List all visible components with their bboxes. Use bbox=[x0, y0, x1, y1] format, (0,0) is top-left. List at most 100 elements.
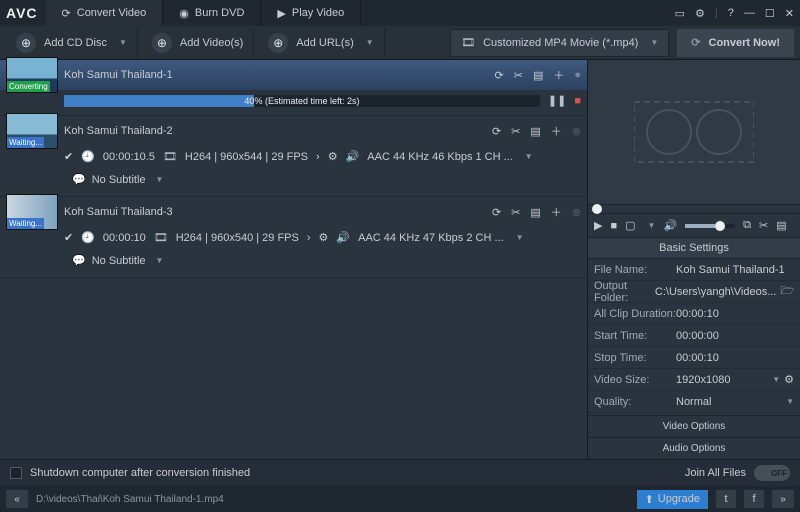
output-folder-value[interactable]: C:\Users\yangh\Videos... 🗁 bbox=[655, 282, 794, 301]
seek-bar[interactable] bbox=[588, 204, 800, 214]
film-icon: 🎞 bbox=[154, 231, 168, 244]
edit-icon[interactable]: ▤ bbox=[533, 69, 543, 82]
add-icon[interactable]: ＋ bbox=[553, 67, 564, 83]
label: Output Folder: bbox=[594, 280, 655, 304]
chevron-down-icon: ▼ bbox=[366, 38, 374, 47]
thumbnail: Converting bbox=[6, 57, 58, 93]
divider: | bbox=[715, 7, 718, 19]
status-badge: Converting bbox=[7, 81, 50, 92]
convert-now-button[interactable]: ⟳ Convert Now! bbox=[677, 29, 794, 57]
refresh-icon[interactable]: ⟳ bbox=[492, 125, 501, 138]
tab-burn-dvd[interactable]: ◉ Burn DVD bbox=[163, 0, 261, 26]
folder-icon[interactable]: 🗁 bbox=[780, 282, 794, 301]
subtitle-dropdown[interactable]: 💬 No Subtitle ▼ bbox=[64, 252, 171, 269]
label: Video Size: bbox=[594, 374, 676, 386]
add-icon[interactable]: ＋ bbox=[551, 123, 562, 139]
twitter-icon[interactable]: t bbox=[716, 490, 736, 508]
refresh-icon[interactable]: ⟳ bbox=[495, 69, 504, 82]
check-icon[interactable]: ✔ bbox=[64, 150, 73, 163]
remove-icon[interactable]: ⊗ bbox=[572, 125, 581, 138]
link-icon[interactable]: ⧉ bbox=[743, 219, 751, 232]
list-item[interactable]: Waiting... Koh Samui Thailand-2 ⟳ ✂ ▤ ＋ … bbox=[0, 116, 587, 197]
subtitle-dropdown[interactable]: 💬 No Subtitle ▼ bbox=[64, 171, 171, 188]
add-icon[interactable]: ＋ bbox=[551, 204, 562, 220]
join-files-label: Join All Files bbox=[685, 467, 746, 479]
list-item[interactable]: Converting Koh Samui Thailand-1 ⟳ ✂ ▤ ＋ … bbox=[0, 60, 587, 116]
check-icon[interactable]: ✔ bbox=[64, 231, 73, 244]
video-options-button[interactable]: Video Options bbox=[588, 415, 800, 437]
next-button[interactable]: » bbox=[772, 490, 794, 508]
audio-codec: AAC 44 KHz 47 Kbps 2 CH ... bbox=[358, 232, 504, 244]
stop-time-value[interactable]: 00:00:10 bbox=[676, 352, 794, 364]
button-label: Convert Now! bbox=[709, 37, 781, 49]
edit-icon[interactable]: ▤ bbox=[530, 206, 540, 219]
chevron-down-icon[interactable]: ▼ bbox=[525, 152, 533, 161]
quality-dropdown[interactable]: Normal▼ bbox=[676, 396, 794, 408]
folder-path: C:\Users\yangh\Videos... bbox=[655, 286, 776, 298]
prev-button[interactable]: « bbox=[6, 490, 28, 508]
shutdown-checkbox[interactable] bbox=[10, 467, 22, 479]
edit-icon[interactable]: ▤ bbox=[530, 125, 540, 138]
add-videos-button[interactable]: ⊕ Add Video(s) bbox=[142, 28, 254, 58]
volume-icon[interactable]: 🔊 bbox=[663, 219, 677, 232]
cut-icon[interactable]: ✂ bbox=[511, 206, 520, 219]
stop-icon[interactable]: ■ bbox=[574, 95, 581, 107]
duration-value: 00:00:10.5 bbox=[103, 151, 155, 163]
file-name-value[interactable]: Koh Samui Thailand-1 bbox=[676, 264, 794, 276]
chevron-down-icon: ▼ bbox=[156, 175, 164, 184]
speaker-icon: 🔊 bbox=[346, 150, 360, 163]
cut-icon[interactable]: ✂ bbox=[511, 125, 520, 138]
expand-icon[interactable]: › bbox=[307, 232, 311, 244]
snapshot-icon[interactable]: ▢ bbox=[625, 219, 635, 232]
audio-options-button[interactable]: Audio Options bbox=[588, 437, 800, 459]
subtitle-icon: 💬 bbox=[72, 173, 86, 186]
size-value: 1920x1080 bbox=[676, 374, 730, 386]
cut-icon[interactable]: ✂ bbox=[514, 69, 523, 82]
tab-play-video[interactable]: ▶ Play Video bbox=[261, 0, 361, 26]
label: Stop Time: bbox=[594, 352, 676, 364]
output-profile-dropdown[interactable]: 🎞 Customized MP4 Movie (*.mp4) ▼ bbox=[450, 29, 669, 57]
play-icon[interactable]: ▶ bbox=[594, 219, 602, 232]
help-icon[interactable]: ? bbox=[728, 7, 734, 19]
join-files-toggle[interactable]: OFF bbox=[754, 465, 790, 481]
start-time-value[interactable]: 00:00:00 bbox=[676, 330, 794, 342]
minimize-icon[interactable]: — bbox=[744, 7, 755, 19]
settings-icon[interactable]: ⚙ bbox=[695, 7, 705, 20]
add-cd-disc-button[interactable]: ⊕ Add CD Disc ▼ bbox=[6, 28, 138, 58]
window-icon[interactable]: ▭ bbox=[675, 7, 685, 20]
button-label: Add URL(s) bbox=[296, 37, 353, 49]
add-urls-button[interactable]: ⊕ Add URL(s) ▼ bbox=[258, 28, 384, 58]
progress-bar: 40% (Estimated time left: 2s) bbox=[64, 95, 540, 107]
file-title: Koh Samui Thailand-1 bbox=[64, 69, 489, 81]
remove-icon[interactable]: ⊗ bbox=[572, 206, 581, 219]
button-label: Add CD Disc bbox=[44, 37, 107, 49]
refresh-icon[interactable]: ⟳ bbox=[492, 206, 501, 219]
close-icon[interactable]: ✕ bbox=[785, 7, 794, 20]
expand-icon[interactable]: › bbox=[316, 151, 320, 163]
file-list: Converting Koh Samui Thailand-1 ⟳ ✂ ▤ ＋ … bbox=[0, 60, 588, 459]
upgrade-button[interactable]: ⬆Upgrade bbox=[637, 490, 708, 509]
stop-icon[interactable]: ■ bbox=[610, 220, 617, 232]
status-badge: Waiting... bbox=[7, 218, 44, 229]
maximize-icon[interactable]: ☐ bbox=[765, 7, 775, 20]
gear-icon[interactable]: ⚙ bbox=[328, 150, 338, 163]
facebook-icon[interactable]: f bbox=[744, 490, 764, 508]
settings-header: Basic Settings bbox=[588, 238, 800, 259]
status-badge: Waiting... bbox=[7, 137, 44, 148]
remove-icon[interactable]: ● bbox=[574, 69, 581, 81]
chevron-down-icon[interactable]: ▼ bbox=[516, 233, 524, 242]
tab-convert-video[interactable]: ⟳ Convert Video bbox=[46, 0, 164, 26]
duration-value: 00:00:10 bbox=[103, 232, 146, 244]
video-size-dropdown[interactable]: 1920x1080 ▼ ⚙ bbox=[676, 373, 794, 386]
edit-icon[interactable]: ▤ bbox=[776, 219, 786, 232]
list-item[interactable]: Waiting... Koh Samui Thailand-3 ⟳ ✂ ▤ ＋ … bbox=[0, 197, 587, 278]
seek-knob[interactable] bbox=[592, 204, 602, 214]
button-label: Add Video(s) bbox=[180, 37, 243, 49]
volume-slider[interactable] bbox=[685, 224, 735, 228]
gear-icon[interactable]: ⚙ bbox=[784, 373, 794, 386]
chevron-down-icon[interactable]: ▼ bbox=[648, 221, 656, 230]
pause-icon[interactable]: ❚❚ bbox=[548, 94, 566, 107]
cut-icon[interactable]: ✂ bbox=[759, 219, 768, 232]
chevron-down-icon: ▼ bbox=[772, 375, 780, 384]
gear-icon[interactable]: ⚙ bbox=[319, 231, 329, 244]
